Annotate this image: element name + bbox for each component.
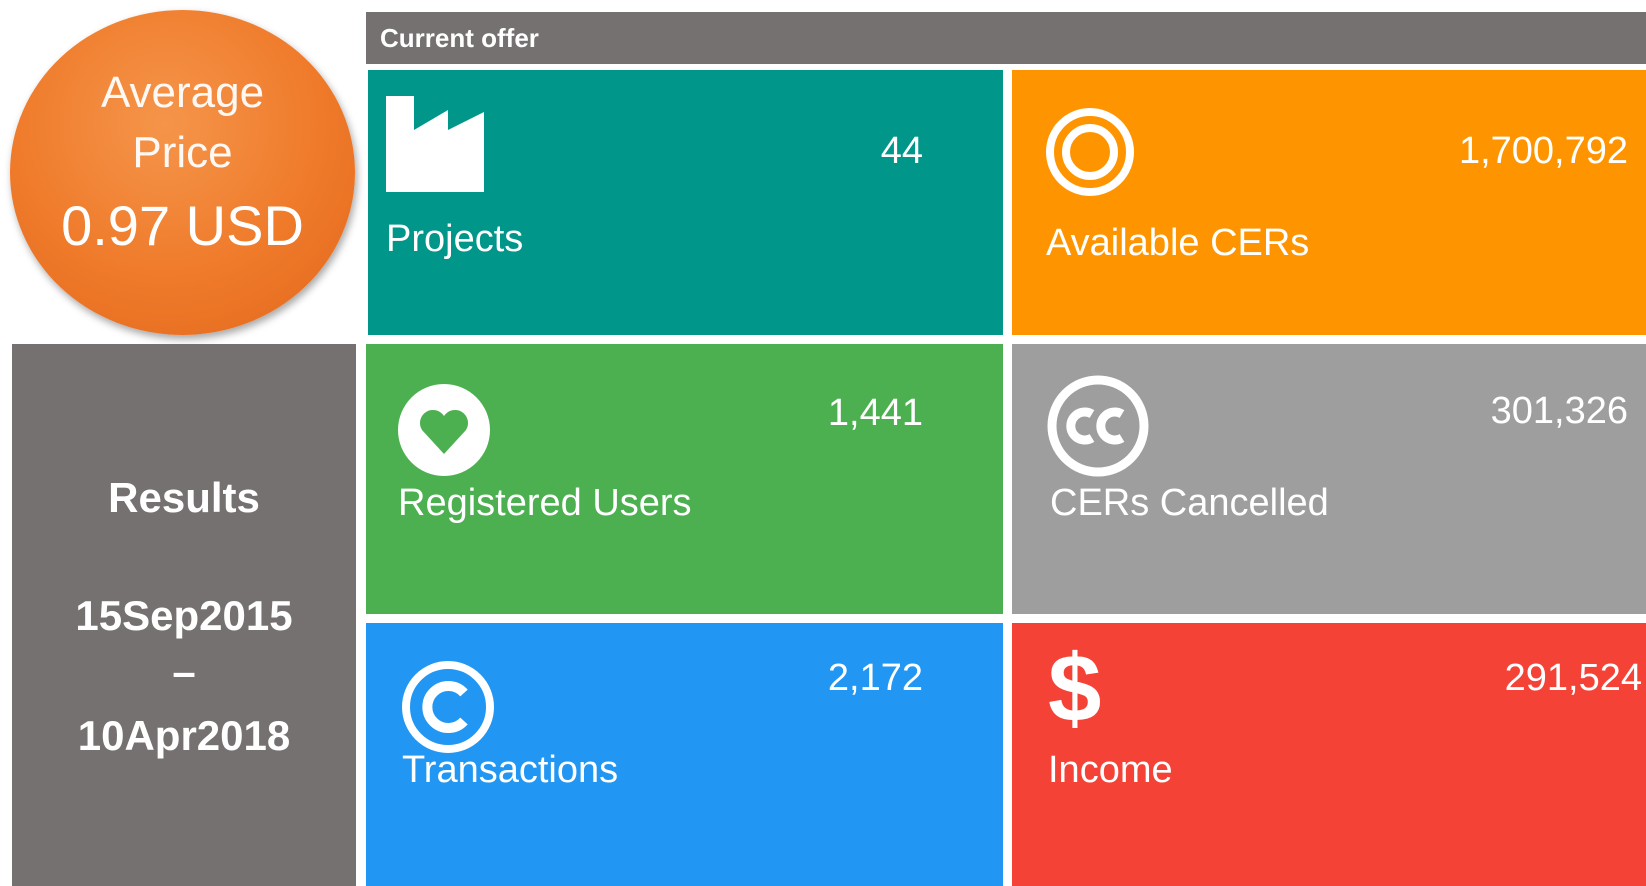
transactions-label: Transactions: [402, 749, 619, 791]
registered-users-count: 1,441: [827, 392, 923, 434]
creative-commons-icon: [1047, 375, 1149, 477]
projects-label: Projects: [386, 218, 524, 260]
heart-icon: [398, 384, 490, 476]
registered-users-label: Registered Users: [398, 482, 692, 524]
tile-transactions: 2,172 Transactions: [366, 623, 1003, 886]
current-offer-header: Current offer: [366, 12, 1646, 64]
tile-registered-users: 1,441 Registered Users: [366, 344, 1003, 614]
average-price-badge: Average Price 0.97 USD: [10, 10, 355, 335]
target-icon: [1046, 108, 1134, 196]
cers-cancelled-label: CERs Cancelled: [1050, 482, 1329, 524]
results-period-panel: Results 15Sep2015 – 10Apr2018: [12, 344, 356, 886]
results-title: Results: [108, 474, 260, 521]
results-start-date: 15Sep2015: [75, 592, 293, 639]
factory-icon: [386, 96, 484, 192]
dollar-icon: $: [1048, 635, 1102, 742]
results-end-date: 10Apr2018: [77, 712, 291, 759]
income-label: Income: [1048, 749, 1173, 791]
results-date-separator: –: [172, 648, 196, 695]
tile-cers-cancelled: 301,326 CERs Cancelled: [1012, 344, 1646, 614]
projects-count: 44: [880, 130, 923, 172]
average-price-label-line1: Average: [100, 68, 265, 117]
transactions-count: 2,172: [827, 657, 923, 699]
tile-projects: 44 Projects: [368, 70, 1003, 335]
income-value: 291,524: [1504, 657, 1642, 699]
tile-income: $ 291,524 Income: [1012, 623, 1646, 886]
copyright-icon: [402, 661, 494, 753]
average-price-label-line2: Price: [132, 128, 233, 177]
average-price-value: 0.97 USD: [61, 194, 304, 257]
available-cers-count: 1,700,792: [1458, 130, 1628, 172]
cers-cancelled-count: 301,326: [1490, 390, 1628, 432]
tile-available-cers: 1,700,792 Available CERs: [1012, 70, 1646, 335]
available-cers-label: Available CERs: [1046, 222, 1310, 264]
